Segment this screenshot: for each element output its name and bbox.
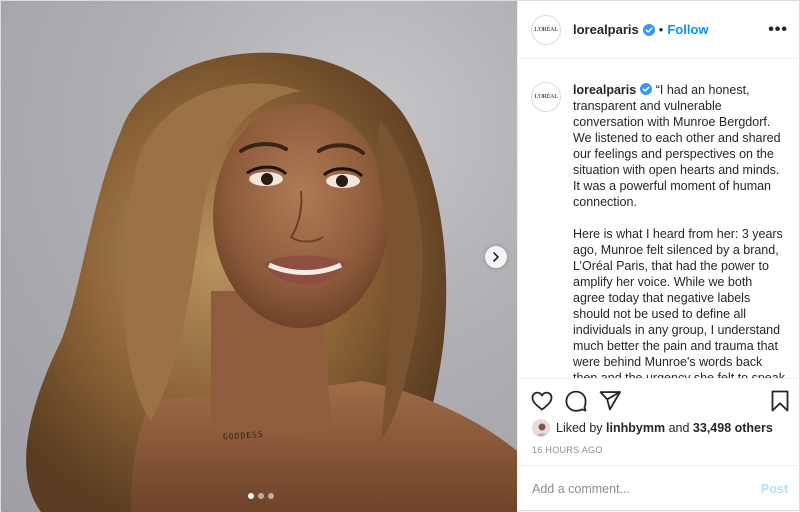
verified-badge-icon	[640, 83, 653, 95]
user-avatar-icon	[533, 420, 549, 436]
instagram-post: GODDESS L'ORÉAL lorealparis • Follow •••…	[0, 0, 800, 512]
bookmark-icon[interactable]	[768, 389, 792, 413]
post-timestamp[interactable]: 16 HOURS AGO	[532, 445, 603, 455]
post-header: L'ORÉAL lorealparis • Follow •••	[518, 1, 800, 59]
separator-dot: •	[658, 22, 664, 37]
carousel-dot-1	[248, 493, 254, 499]
likes-connector: and	[668, 421, 690, 435]
likes-summary: Liked by linhbymm and 33,498 others	[532, 419, 773, 437]
comment-bar: Post	[518, 465, 800, 512]
carousel-dot-3	[268, 493, 274, 499]
comment-icon[interactable]	[564, 389, 588, 413]
caption-text: lorealparis “I had an honest, transparen…	[573, 82, 786, 378]
caption-paragraph-2: Here is what I heard from her: 3 years a…	[573, 227, 785, 378]
likes-others-link[interactable]: 33,498 others	[693, 421, 773, 435]
chevron-right-icon	[493, 252, 499, 262]
account-avatar[interactable]: L'ORÉAL	[531, 14, 561, 45]
liker-username[interactable]: linhbymm	[606, 421, 665, 435]
verified-badge-icon	[642, 23, 655, 36]
avatar-logo-text: L'ORÉAL	[534, 94, 558, 100]
likes-prefix: Liked by	[556, 421, 603, 435]
carousel-indicator	[248, 493, 274, 499]
carousel-dot-2	[258, 493, 264, 499]
caption-avatar[interactable]: L'ORÉAL	[531, 82, 561, 112]
portrait-image: GODDESS	[26, 52, 517, 512]
action-bar	[518, 378, 800, 422]
carousel-next-button[interactable]	[485, 246, 507, 268]
caption-body-1: “I had an honest, transparent and vulner…	[573, 83, 781, 209]
post-comment-button[interactable]: Post	[761, 482, 788, 496]
more-horizontal-icon[interactable]: •••	[768, 22, 788, 38]
liker-avatar[interactable]	[532, 419, 550, 437]
heart-icon[interactable]	[530, 389, 554, 413]
share-icon[interactable]	[598, 389, 622, 413]
comment-input[interactable]	[532, 482, 761, 496]
caption-paragraph-1: lorealparis “I had an honest, transparen…	[573, 82, 786, 210]
avatar-logo-text: L'ORÉAL	[534, 26, 558, 33]
caption-section: L'ORÉAL lorealparis “I had an honest, tr…	[518, 60, 800, 378]
caption-username[interactable]: lorealparis	[573, 83, 636, 97]
post-photo[interactable]: GODDESS	[1, 1, 517, 512]
post-details-panel: L'ORÉAL lorealparis • Follow ••• L'ORÉAL…	[517, 1, 800, 512]
account-username[interactable]: lorealparis	[573, 22, 639, 37]
follow-button[interactable]: Follow	[667, 22, 708, 37]
